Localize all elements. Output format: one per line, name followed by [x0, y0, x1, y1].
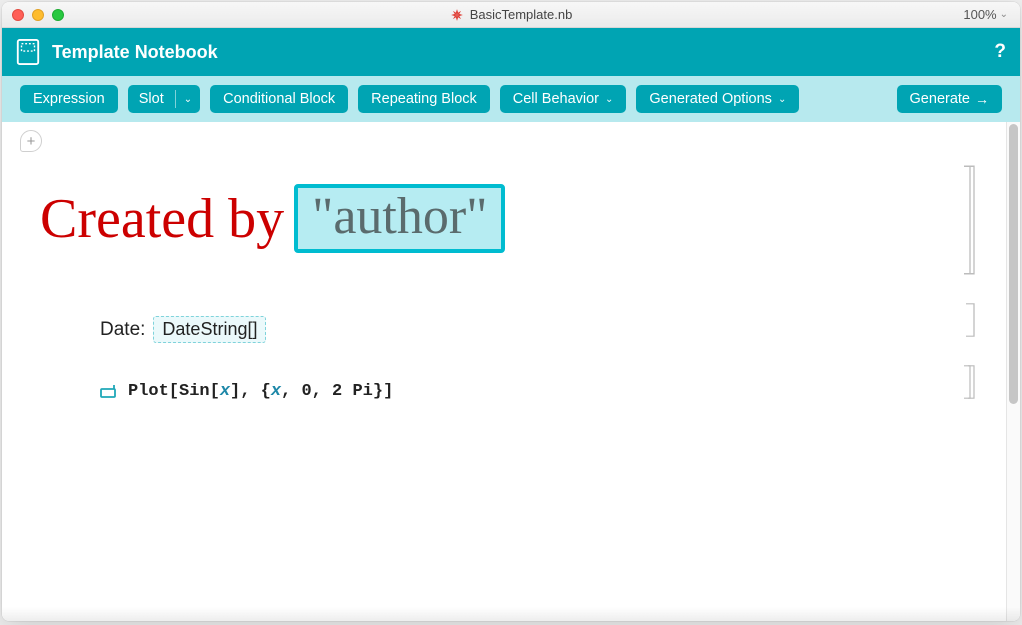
- template-toolbar: Expression Slot ⌄ Conditional Block Repe…: [2, 76, 1020, 122]
- minimize-window-button[interactable]: [32, 9, 44, 21]
- slot-button-group: Slot ⌄: [128, 85, 200, 113]
- titlebar: BasicTemplate.nb 100% ⌄: [2, 2, 1020, 28]
- template-expression-datestring[interactable]: DateString[]: [153, 316, 266, 343]
- filename-label: BasicTemplate.nb: [470, 7, 573, 22]
- generate-label: Generate: [910, 91, 970, 107]
- expression-button[interactable]: Expression: [20, 85, 118, 113]
- code-var: x: [220, 382, 230, 401]
- code-seg: Plot[Sin[: [128, 382, 220, 401]
- window-title: BasicTemplate.nb: [2, 7, 1020, 22]
- cell-bracket[interactable]: [964, 164, 976, 276]
- zoom-window-button[interactable]: [52, 9, 64, 21]
- cell-bracket[interactable]: [964, 302, 976, 338]
- generated-options-button[interactable]: Generated Options ⌄: [636, 85, 799, 113]
- date-cell[interactable]: Date: DateString[]: [12, 298, 976, 342]
- generate-button[interactable]: Generate →: [897, 85, 1002, 113]
- notebook-title: Template Notebook: [52, 42, 218, 63]
- code-seg: , 0, 2 Pi}]: [281, 382, 393, 401]
- arrow-right-icon: →: [975, 91, 989, 107]
- repeating-label: Repeating Block: [371, 91, 477, 107]
- notebook-content[interactable]: + Created by "author" Date: Da: [2, 122, 1006, 621]
- help-button[interactable]: ?: [994, 41, 1006, 63]
- wolfram-icon: [450, 8, 464, 22]
- conditional-block-button[interactable]: Conditional Block: [210, 85, 348, 113]
- date-label: Date:: [100, 319, 145, 341]
- zoom-control[interactable]: 100% ⌄: [963, 7, 1008, 22]
- chevron-down-icon: ⌄: [778, 94, 786, 105]
- chevron-down-icon: ⌄: [605, 94, 613, 105]
- template-slot-author[interactable]: "author": [294, 184, 505, 253]
- notebook-icon: [16, 39, 40, 65]
- slot-label: Slot: [139, 91, 164, 107]
- notebook-header: Template Notebook ?: [2, 28, 1020, 76]
- input-cell-icon: [100, 385, 118, 399]
- expression-label: Expression: [33, 91, 105, 107]
- chevron-down-icon: ⌄: [184, 94, 192, 105]
- cell-bracket[interactable]: [964, 364, 976, 400]
- code-text: Plot[Sin[x], {x, 0, 2 Pi}]: [128, 382, 393, 401]
- heading-text: Created by: [40, 187, 284, 251]
- code-var: x: [271, 382, 281, 401]
- generated-options-label: Generated Options: [649, 91, 772, 107]
- add-cell-button[interactable]: +: [20, 130, 42, 152]
- app-window: BasicTemplate.nb 100% ⌄ Template Noteboo…: [2, 2, 1020, 621]
- zoom-value: 100%: [963, 7, 996, 22]
- conditional-label: Conditional Block: [223, 91, 335, 107]
- slot-button[interactable]: Slot: [128, 85, 175, 113]
- input-cell[interactable]: Plot[Sin[x], {x, 0, 2 Pi}]: [12, 360, 976, 404]
- traffic-lights: [12, 9, 64, 21]
- code-seg: ], {: [230, 382, 271, 401]
- heading-cell[interactable]: Created by "author": [12, 160, 976, 280]
- scrollbar-thumb[interactable]: [1009, 124, 1018, 404]
- slot-dropdown-button[interactable]: ⌄: [176, 85, 200, 113]
- repeating-block-button[interactable]: Repeating Block: [358, 85, 490, 113]
- cell-behavior-label: Cell Behavior: [513, 91, 599, 107]
- cell-behavior-button[interactable]: Cell Behavior ⌄: [500, 85, 627, 113]
- content-area: + Created by "author" Date: Da: [2, 122, 1020, 621]
- close-window-button[interactable]: [12, 9, 24, 21]
- chevron-down-icon: ⌄: [1000, 9, 1008, 20]
- vertical-scrollbar[interactable]: [1006, 122, 1020, 621]
